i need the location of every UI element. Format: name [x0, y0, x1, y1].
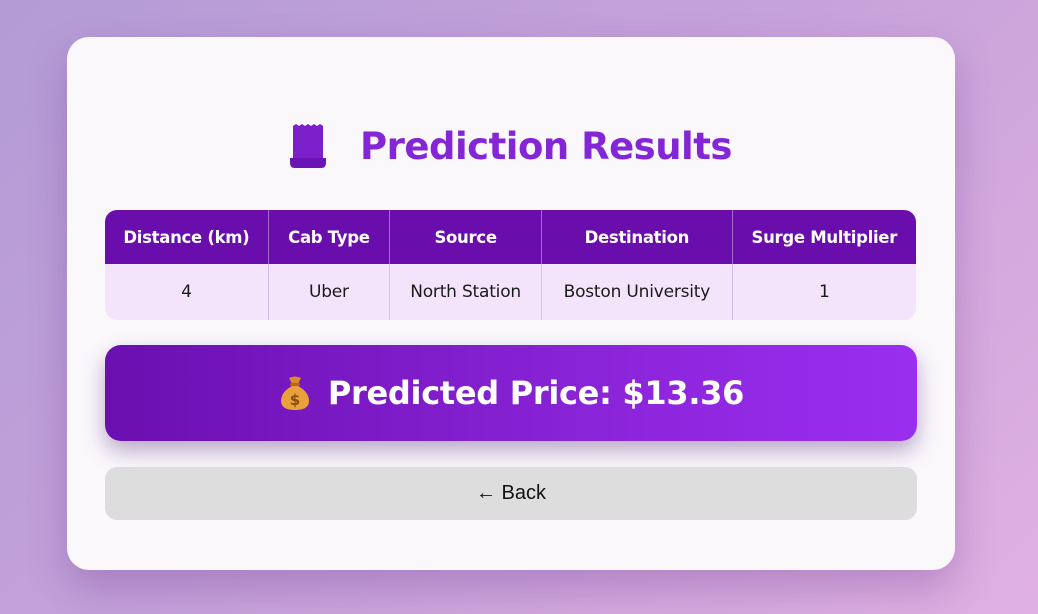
predicted-price-banner: $ Predicted Price: $13.36: [105, 345, 917, 441]
svg-text:$: $: [290, 391, 300, 409]
table-header-row: Distance (km) Cab Type Source Destinatio…: [105, 210, 916, 264]
page-title-row: Prediction Results: [67, 123, 955, 169]
column-header-surge-multiplier: Surge Multiplier: [732, 210, 916, 264]
back-button[interactable]: ← Back: [105, 467, 917, 520]
table-row: 4 Uber North Station Boston University 1: [105, 264, 916, 320]
cell-distance: 4: [105, 264, 269, 320]
prediction-table: Distance (km) Cab Type Source Destinatio…: [105, 210, 916, 320]
cell-source: North Station: [389, 264, 543, 320]
cell-cab-type: Uber: [268, 264, 390, 320]
column-header-source: Source: [389, 210, 543, 264]
column-header-destination: Destination: [542, 210, 733, 264]
column-header-cab-type: Cab Type: [268, 210, 390, 264]
receipt-icon: [290, 124, 327, 168]
predicted-price-text: Predicted Price: $13.36: [327, 374, 745, 412]
page-title: Prediction Results: [360, 124, 732, 168]
column-header-distance: Distance (km): [105, 210, 269, 264]
cell-destination: Boston University: [542, 264, 733, 320]
money-bag-icon: $: [278, 375, 312, 411]
cell-surge-multiplier: 1: [732, 264, 916, 320]
results-card: Prediction Results Distance (km) Cab Typ…: [67, 37, 955, 570]
